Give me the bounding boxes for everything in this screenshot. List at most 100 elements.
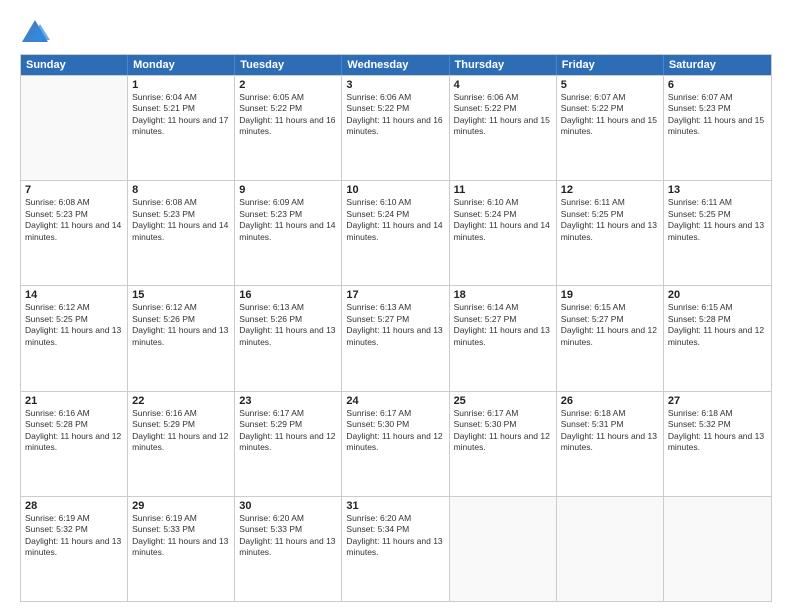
day-info: Sunrise: 6:19 AMSunset: 5:32 PMDaylight:… xyxy=(25,513,123,559)
day-info: Sunrise: 6:05 AMSunset: 5:22 PMDaylight:… xyxy=(239,92,337,138)
day-info: Sunrise: 6:10 AMSunset: 5:24 PMDaylight:… xyxy=(454,197,552,243)
day-info: Sunrise: 6:19 AMSunset: 5:33 PMDaylight:… xyxy=(132,513,230,559)
calendar-row: 14Sunrise: 6:12 AMSunset: 5:25 PMDayligh… xyxy=(21,285,771,390)
day-info: Sunrise: 6:07 AMSunset: 5:22 PMDaylight:… xyxy=(561,92,659,138)
day-number: 6 xyxy=(668,79,767,91)
day-info: Sunrise: 6:04 AMSunset: 5:21 PMDaylight:… xyxy=(132,92,230,138)
day-info: Sunrise: 6:10 AMSunset: 5:24 PMDaylight:… xyxy=(346,197,444,243)
day-number: 16 xyxy=(239,289,337,301)
day-info: Sunrise: 6:13 AMSunset: 5:27 PMDaylight:… xyxy=(346,302,444,348)
calendar-cell: 10Sunrise: 6:10 AMSunset: 5:24 PMDayligh… xyxy=(342,181,449,285)
day-info: Sunrise: 6:18 AMSunset: 5:32 PMDaylight:… xyxy=(668,408,767,454)
calendar-cell: 22Sunrise: 6:16 AMSunset: 5:29 PMDayligh… xyxy=(128,392,235,496)
day-info: Sunrise: 6:13 AMSunset: 5:26 PMDaylight:… xyxy=(239,302,337,348)
day-number: 12 xyxy=(561,184,659,196)
day-number: 13 xyxy=(668,184,767,196)
calendar-header-cell: Tuesday xyxy=(235,55,342,75)
page: SundayMondayTuesdayWednesdayThursdayFrid… xyxy=(0,0,792,612)
day-info: Sunrise: 6:17 AMSunset: 5:30 PMDaylight:… xyxy=(346,408,444,454)
day-number: 25 xyxy=(454,395,552,407)
calendar-row: 21Sunrise: 6:16 AMSunset: 5:28 PMDayligh… xyxy=(21,391,771,496)
day-number: 4 xyxy=(454,79,552,91)
calendar-cell: 27Sunrise: 6:18 AMSunset: 5:32 PMDayligh… xyxy=(664,392,771,496)
day-info: Sunrise: 6:15 AMSunset: 5:27 PMDaylight:… xyxy=(561,302,659,348)
calendar-cell: 7Sunrise: 6:08 AMSunset: 5:23 PMDaylight… xyxy=(21,181,128,285)
day-number: 26 xyxy=(561,395,659,407)
calendar-cell: 12Sunrise: 6:11 AMSunset: 5:25 PMDayligh… xyxy=(557,181,664,285)
day-number: 22 xyxy=(132,395,230,407)
day-info: Sunrise: 6:20 AMSunset: 5:34 PMDaylight:… xyxy=(346,513,444,559)
day-info: Sunrise: 6:06 AMSunset: 5:22 PMDaylight:… xyxy=(346,92,444,138)
calendar-header-cell: Saturday xyxy=(664,55,771,75)
day-info: Sunrise: 6:20 AMSunset: 5:33 PMDaylight:… xyxy=(239,513,337,559)
day-number: 29 xyxy=(132,500,230,512)
calendar-cell: 3Sunrise: 6:06 AMSunset: 5:22 PMDaylight… xyxy=(342,76,449,180)
calendar-cell: 25Sunrise: 6:17 AMSunset: 5:30 PMDayligh… xyxy=(450,392,557,496)
calendar-cell: 5Sunrise: 6:07 AMSunset: 5:22 PMDaylight… xyxy=(557,76,664,180)
calendar-cell: 8Sunrise: 6:08 AMSunset: 5:23 PMDaylight… xyxy=(128,181,235,285)
calendar-cell: 26Sunrise: 6:18 AMSunset: 5:31 PMDayligh… xyxy=(557,392,664,496)
calendar-cell: 1Sunrise: 6:04 AMSunset: 5:21 PMDaylight… xyxy=(128,76,235,180)
calendar-cell xyxy=(450,497,557,601)
day-info: Sunrise: 6:17 AMSunset: 5:30 PMDaylight:… xyxy=(454,408,552,454)
day-number: 18 xyxy=(454,289,552,301)
day-info: Sunrise: 6:16 AMSunset: 5:28 PMDaylight:… xyxy=(25,408,123,454)
calendar-header-cell: Monday xyxy=(128,55,235,75)
day-info: Sunrise: 6:16 AMSunset: 5:29 PMDaylight:… xyxy=(132,408,230,454)
calendar-cell: 23Sunrise: 6:17 AMSunset: 5:29 PMDayligh… xyxy=(235,392,342,496)
day-number: 27 xyxy=(668,395,767,407)
calendar-cell: 18Sunrise: 6:14 AMSunset: 5:27 PMDayligh… xyxy=(450,286,557,390)
calendar-header-cell: Sunday xyxy=(21,55,128,75)
day-info: Sunrise: 6:09 AMSunset: 5:23 PMDaylight:… xyxy=(239,197,337,243)
day-info: Sunrise: 6:18 AMSunset: 5:31 PMDaylight:… xyxy=(561,408,659,454)
day-number: 2 xyxy=(239,79,337,91)
calendar-cell: 17Sunrise: 6:13 AMSunset: 5:27 PMDayligh… xyxy=(342,286,449,390)
calendar-cell: 13Sunrise: 6:11 AMSunset: 5:25 PMDayligh… xyxy=(664,181,771,285)
day-info: Sunrise: 6:12 AMSunset: 5:26 PMDaylight:… xyxy=(132,302,230,348)
day-number: 17 xyxy=(346,289,444,301)
calendar-cell xyxy=(557,497,664,601)
calendar-cell: 9Sunrise: 6:09 AMSunset: 5:23 PMDaylight… xyxy=(235,181,342,285)
calendar-cell: 6Sunrise: 6:07 AMSunset: 5:23 PMDaylight… xyxy=(664,76,771,180)
calendar-row: 1Sunrise: 6:04 AMSunset: 5:21 PMDaylight… xyxy=(21,75,771,180)
day-info: Sunrise: 6:15 AMSunset: 5:28 PMDaylight:… xyxy=(668,302,767,348)
calendar-row: 28Sunrise: 6:19 AMSunset: 5:32 PMDayligh… xyxy=(21,496,771,601)
calendar-header-row: SundayMondayTuesdayWednesdayThursdayFrid… xyxy=(21,55,771,75)
day-info: Sunrise: 6:08 AMSunset: 5:23 PMDaylight:… xyxy=(25,197,123,243)
calendar-cell: 29Sunrise: 6:19 AMSunset: 5:33 PMDayligh… xyxy=(128,497,235,601)
calendar-cell: 31Sunrise: 6:20 AMSunset: 5:34 PMDayligh… xyxy=(342,497,449,601)
day-number: 28 xyxy=(25,500,123,512)
calendar-cell xyxy=(21,76,128,180)
day-number: 19 xyxy=(561,289,659,301)
calendar-cell: 20Sunrise: 6:15 AMSunset: 5:28 PMDayligh… xyxy=(664,286,771,390)
calendar-body: 1Sunrise: 6:04 AMSunset: 5:21 PMDaylight… xyxy=(21,75,771,601)
day-info: Sunrise: 6:11 AMSunset: 5:25 PMDaylight:… xyxy=(561,197,659,243)
calendar-cell: 19Sunrise: 6:15 AMSunset: 5:27 PMDayligh… xyxy=(557,286,664,390)
calendar-cell: 24Sunrise: 6:17 AMSunset: 5:30 PMDayligh… xyxy=(342,392,449,496)
day-info: Sunrise: 6:17 AMSunset: 5:29 PMDaylight:… xyxy=(239,408,337,454)
day-number: 1 xyxy=(132,79,230,91)
day-number: 8 xyxy=(132,184,230,196)
day-number: 11 xyxy=(454,184,552,196)
day-number: 24 xyxy=(346,395,444,407)
day-number: 20 xyxy=(668,289,767,301)
day-number: 7 xyxy=(25,184,123,196)
day-number: 30 xyxy=(239,500,337,512)
day-info: Sunrise: 6:08 AMSunset: 5:23 PMDaylight:… xyxy=(132,197,230,243)
calendar-header-cell: Friday xyxy=(557,55,664,75)
day-number: 31 xyxy=(346,500,444,512)
day-info: Sunrise: 6:11 AMSunset: 5:25 PMDaylight:… xyxy=(668,197,767,243)
calendar-header-cell: Wednesday xyxy=(342,55,449,75)
calendar-cell: 21Sunrise: 6:16 AMSunset: 5:28 PMDayligh… xyxy=(21,392,128,496)
day-info: Sunrise: 6:14 AMSunset: 5:27 PMDaylight:… xyxy=(454,302,552,348)
calendar-cell: 28Sunrise: 6:19 AMSunset: 5:32 PMDayligh… xyxy=(21,497,128,601)
logo-icon xyxy=(20,18,50,46)
day-number: 10 xyxy=(346,184,444,196)
calendar-row: 7Sunrise: 6:08 AMSunset: 5:23 PMDaylight… xyxy=(21,180,771,285)
day-number: 14 xyxy=(25,289,123,301)
calendar-cell: 4Sunrise: 6:06 AMSunset: 5:22 PMDaylight… xyxy=(450,76,557,180)
day-info: Sunrise: 6:12 AMSunset: 5:25 PMDaylight:… xyxy=(25,302,123,348)
calendar: SundayMondayTuesdayWednesdayThursdayFrid… xyxy=(20,54,772,602)
logo xyxy=(20,18,54,46)
day-number: 21 xyxy=(25,395,123,407)
